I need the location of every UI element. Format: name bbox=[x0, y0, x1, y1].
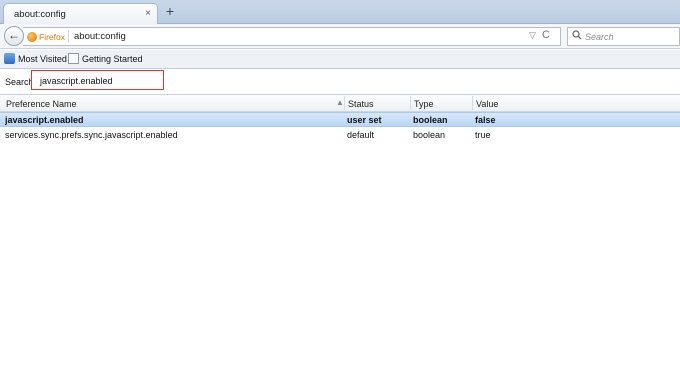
bookmarks-toolbar: Most Visited Getting Started bbox=[0, 50, 680, 69]
url-text[interactable]: about:config bbox=[74, 31, 126, 42]
page-icon bbox=[68, 53, 79, 65]
column-header-type[interactable]: Type bbox=[414, 99, 434, 109]
search-bar[interactable]: Search bbox=[567, 27, 680, 46]
pref-type: boolean bbox=[413, 130, 446, 140]
column-header-status[interactable]: Status bbox=[348, 99, 374, 109]
history-dropdown-icon[interactable]: ▽ bbox=[529, 30, 536, 41]
url-bar[interactable]: Firefox about:config ▽ C bbox=[23, 27, 561, 46]
bookmark-label: Most Visited bbox=[18, 53, 67, 64]
pref-value: false bbox=[475, 115, 496, 125]
table-header: Preference Name ▲ Status Type Value bbox=[0, 95, 680, 112]
config-search-input[interactable]: javascript.enabled bbox=[31, 70, 164, 90]
most-visited-icon bbox=[4, 53, 15, 65]
pref-value: true bbox=[475, 130, 491, 140]
column-header-preference-name[interactable]: Preference Name bbox=[6, 99, 77, 109]
pref-status: user set bbox=[347, 115, 382, 125]
search-icon bbox=[572, 30, 582, 43]
identity-divider bbox=[68, 30, 69, 43]
column-divider[interactable] bbox=[472, 96, 473, 110]
site-identity-button[interactable]: Firefox bbox=[27, 31, 65, 43]
bookmark-getting-started[interactable]: Getting Started bbox=[68, 53, 143, 66]
config-search-value: javascript.enabled bbox=[40, 76, 113, 86]
firefox-logo-icon bbox=[27, 31, 37, 42]
table-row[interactable]: services.sync.prefs.sync.javascript.enab… bbox=[0, 128, 680, 143]
column-divider[interactable] bbox=[410, 96, 411, 110]
navigation-bar: Firefox about:config ▽ C ← Search bbox=[0, 24, 680, 49]
column-header-value[interactable]: Value bbox=[476, 99, 498, 109]
sort-ascending-icon: ▲ bbox=[336, 98, 344, 107]
pref-name: javascript.enabled bbox=[5, 115, 84, 125]
back-button[interactable]: ← bbox=[4, 26, 24, 46]
new-tab-button[interactable]: + bbox=[162, 3, 178, 19]
tab-about-config[interactable]: about:config × bbox=[3, 3, 158, 24]
pref-name: services.sync.prefs.sync.javascript.enab… bbox=[5, 130, 178, 140]
identity-label: Firefox bbox=[39, 31, 65, 42]
table-row[interactable]: javascript.enabled user set boolean fals… bbox=[0, 112, 680, 127]
bookmark-label: Getting Started bbox=[82, 53, 143, 64]
tab-strip: about:config × + bbox=[0, 0, 680, 24]
pref-status: default bbox=[347, 130, 375, 140]
search-placeholder: Search bbox=[585, 32, 614, 42]
column-divider[interactable] bbox=[344, 96, 345, 110]
pref-type: boolean bbox=[413, 115, 448, 125]
preferences-table: Preference Name ▲ Status Type Value java… bbox=[0, 94, 680, 382]
reload-icon[interactable]: C bbox=[542, 29, 550, 41]
close-tab-icon[interactable]: × bbox=[145, 8, 151, 19]
tab-title: about:config bbox=[14, 9, 66, 20]
bookmark-most-visited[interactable]: Most Visited bbox=[4, 53, 67, 66]
